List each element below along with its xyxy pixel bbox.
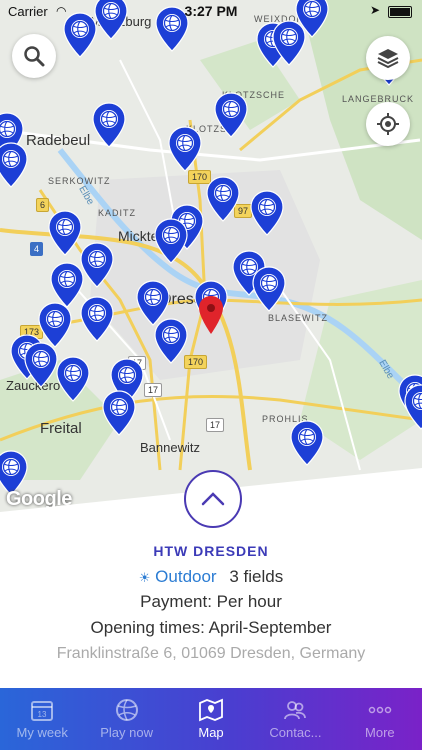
- court-pin-icon[interactable]: [24, 342, 58, 388]
- map-layers-button[interactable]: [366, 36, 410, 80]
- more-dots-icon: [368, 706, 392, 714]
- court-pin-icon[interactable]: [92, 102, 126, 148]
- search-button[interactable]: [12, 34, 56, 78]
- map-place-label: SERKOWITZ: [48, 176, 111, 186]
- court-pin-icon[interactable]: [250, 190, 284, 236]
- court-pin-icon[interactable]: [48, 210, 82, 256]
- court-type: Outdoor: [155, 567, 217, 586]
- tab-label: My week: [16, 725, 68, 740]
- court-pin-icon[interactable]: [154, 218, 188, 264]
- court-pin-icon[interactable]: [214, 92, 248, 138]
- location-arrow-icon: ➤: [369, 3, 380, 17]
- court-pin-icon[interactable]: [168, 126, 202, 172]
- court-pin-icon[interactable]: [252, 266, 286, 312]
- court-address: Franklinstraße 6, 01069 Dresden, Germany: [56, 645, 366, 662]
- road-badge: 17: [206, 418, 225, 432]
- map-place-label: LANGEBRUCK: [342, 94, 415, 104]
- map-place-label: Freital: [40, 420, 82, 437]
- tab-play-now[interactable]: Play now: [84, 688, 168, 750]
- court-type-row: ☀︎ Outdoor 3 fields: [0, 567, 422, 587]
- tab-label: Map: [198, 725, 224, 740]
- people-icon: [284, 701, 307, 720]
- status-bar: Carrier ◠ 3:27 PM ➤: [0, 0, 422, 22]
- tab-contacts[interactable]: Contac...: [253, 688, 337, 750]
- court-pin-icon[interactable]: [102, 390, 136, 436]
- selected-location-pin-icon[interactable]: [199, 296, 223, 334]
- svg-text:13: 13: [38, 710, 47, 719]
- map-icon: [199, 698, 223, 722]
- court-pin-icon[interactable]: [154, 318, 188, 364]
- crosshair-icon: [377, 113, 399, 135]
- court-pin-icon[interactable]: [206, 176, 240, 222]
- court-fields: 3 fields: [229, 567, 284, 586]
- court-payment: Payment: Per hour: [140, 592, 282, 611]
- calendar-icon: 13: [31, 701, 54, 721]
- court-pin-icon[interactable]: [80, 242, 114, 288]
- court-opening-times: Opening times: April-September: [90, 618, 332, 637]
- court-pin-icon[interactable]: [290, 420, 324, 466]
- court-name[interactable]: HTW DRESDEN: [0, 543, 422, 559]
- road-badge: 17: [144, 383, 163, 397]
- tab-label: Contac...: [269, 725, 322, 740]
- expand-sheet-button[interactable]: [184, 470, 242, 528]
- chevron-up-icon: [201, 492, 225, 506]
- map-place-label: KADITZ: [98, 208, 137, 218]
- court-pin-icon[interactable]: [56, 356, 90, 402]
- court-pin-icon[interactable]: [80, 296, 114, 342]
- tab-label: Play now: [100, 725, 153, 740]
- search-icon: [24, 46, 45, 67]
- volleyball-icon: [115, 699, 138, 721]
- tab-map[interactable]: Map: [169, 688, 253, 750]
- outdoor-sun-icon: ☀︎: [138, 570, 151, 585]
- tab-my-week[interactable]: 13 My week: [0, 688, 84, 750]
- layers-icon: [377, 49, 399, 69]
- map-place-label: BLASEWITZ: [268, 313, 329, 323]
- map-place-label: Mickte: [118, 228, 159, 244]
- my-location-button[interactable]: [366, 102, 410, 146]
- court-pin-icon[interactable]: [0, 142, 28, 188]
- map-place-label: Bannewitz: [140, 440, 200, 455]
- tab-label: More: [365, 725, 395, 740]
- road-badge: 4: [30, 242, 44, 256]
- court-pin-icon[interactable]: [404, 384, 422, 430]
- tab-bar: 13 My week Play now Map Contac... More: [0, 688, 422, 750]
- map-place-label: Radebeul: [26, 132, 91, 149]
- clock: 3:27 PM: [184, 3, 238, 19]
- battery-icon: [388, 6, 412, 18]
- tab-more[interactable]: More: [338, 688, 422, 750]
- court-pin-icon[interactable]: [272, 20, 306, 66]
